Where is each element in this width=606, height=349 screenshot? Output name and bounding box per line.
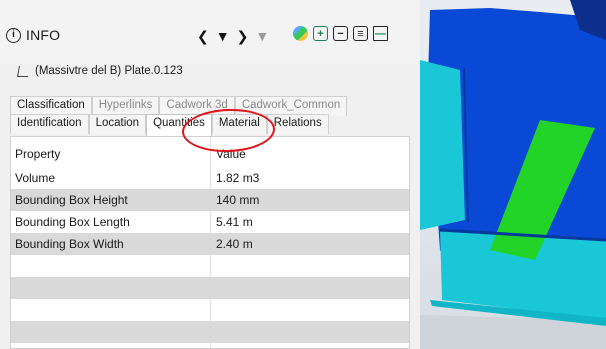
table-row[interactable]: Bounding Box Height 140 mm — [11, 189, 409, 211]
caret-down-disabled-icon[interactable]: ▼ — [255, 29, 269, 43]
tab-relations[interactable]: Relations — [266, 114, 329, 134]
empty-row — [11, 277, 409, 299]
3d-viewport[interactable] — [420, 0, 606, 349]
panel-title: INFO — [26, 27, 61, 43]
tab-identification[interactable]: Identification — [10, 114, 89, 134]
table-row[interactable]: Bounding Box Length 5.41 m — [11, 211, 409, 233]
table-row[interactable]: Bounding Box Width 2.40 m — [11, 233, 409, 255]
properties-table: Property Value Volume 1.82 m3 Bounding B… — [10, 136, 410, 349]
property-name: Bounding Box Length — [15, 215, 130, 229]
element-name: (Massivtre del B) Plate.0.123 — [35, 65, 183, 77]
cyan-plate-left — [420, 60, 465, 230]
property-name: Volume — [15, 171, 56, 185]
3d-model-render — [420, 0, 606, 349]
header-property[interactable]: Property — [15, 147, 60, 161]
empty-row — [11, 299, 409, 321]
tab-hyperlinks[interactable]: Hyperlinks — [91, 96, 160, 116]
property-value: 5.41 m — [216, 215, 253, 229]
empty-row — [11, 255, 409, 277]
empty-row — [11, 321, 409, 343]
toolbar: + − ≡ — — [293, 26, 388, 41]
tab-classification[interactable]: Classification — [10, 96, 92, 116]
color-map-icon[interactable] — [293, 26, 308, 41]
expand-add-icon[interactable]: + — [313, 26, 328, 41]
property-name: Bounding Box Height — [15, 193, 128, 207]
navigation-controls: ❮ ▼ ❯ ▼ — [197, 23, 269, 49]
table-row[interactable]: Volume 1.82 m3 — [11, 167, 409, 189]
info-panel: i INFO ❮ ▼ ❯ ▼ + − ≡ — (Massivtre del B)… — [0, 0, 420, 349]
property-value: 2.40 m — [216, 237, 253, 251]
collapse-remove-icon[interactable]: − — [333, 26, 348, 41]
tab-row-2: Identification Location Quantities Mater… — [10, 114, 329, 136]
info-circle-icon: i — [6, 27, 21, 43]
tab-location[interactable]: Location — [88, 114, 147, 134]
chevron-left-icon[interactable]: ❮ — [197, 29, 209, 43]
collapse-list-icon[interactable]: ≡ — [353, 26, 368, 41]
selected-element: (Massivtre del B) Plate.0.123 — [17, 60, 183, 82]
info-title-row: i INFO — [6, 22, 60, 48]
caret-down-icon[interactable]: ▼ — [216, 29, 230, 43]
chevron-right-icon[interactable]: ❯ — [237, 29, 249, 43]
property-name: Bounding Box Width — [15, 237, 124, 251]
plate-icon — [17, 65, 30, 77]
window-icon[interactable]: — — [373, 26, 388, 41]
property-value: 1.82 m3 — [216, 171, 260, 185]
property-value: 140 mm — [216, 193, 260, 207]
tab-row-1: Classification Hyperlinks Cadwork 3d Cad… — [10, 96, 348, 116]
